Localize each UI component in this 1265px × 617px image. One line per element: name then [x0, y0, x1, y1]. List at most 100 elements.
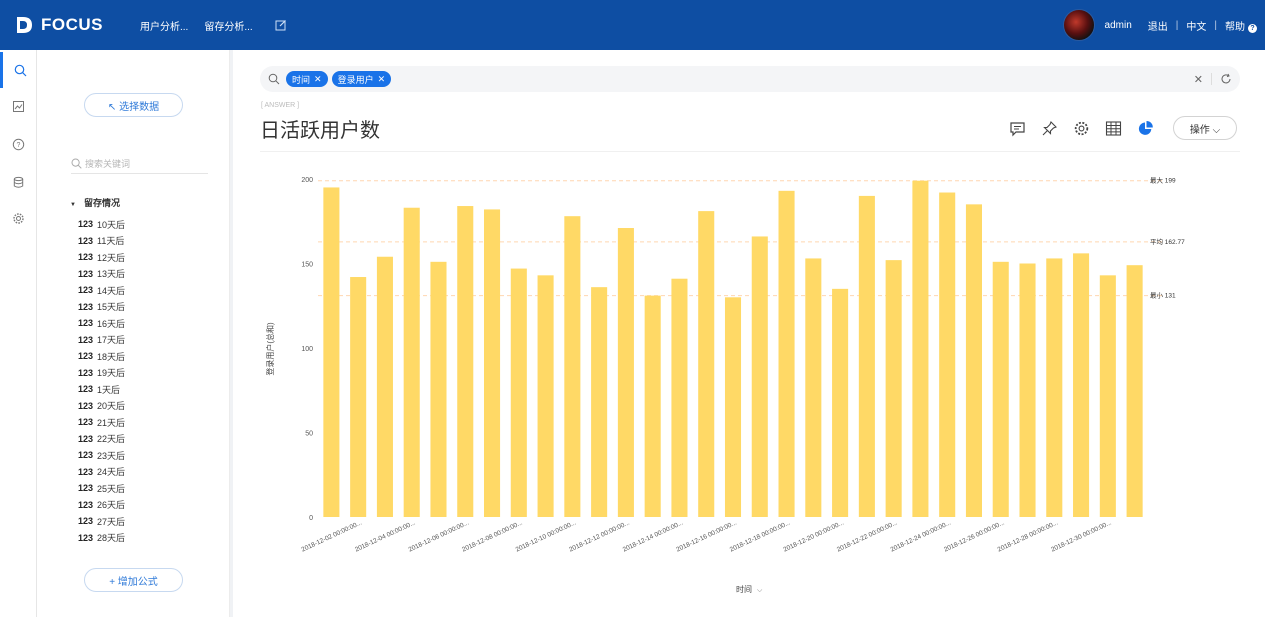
field-item[interactable]: 123 12天后: [78, 249, 125, 266]
field-item[interactable]: 123 10天后: [78, 216, 125, 233]
top-bar: FOCUS 用户分析... 留存分析... admin 退出 | 中文 | 帮助…: [0, 0, 1265, 50]
field-item[interactable]: 123 27天后: [78, 513, 125, 530]
select-data-button[interactable]: ↖ 选择数据: [84, 93, 183, 117]
keyword-search-input[interactable]: 搜索关键词: [71, 154, 208, 174]
chevron-down-icon: ⌵: [757, 586, 763, 594]
field-label: 10天后: [97, 219, 126, 230]
field-label: 28天后: [97, 533, 126, 544]
bar: [805, 258, 822, 517]
field-item[interactable]: 123 17天后: [78, 332, 125, 349]
bar: [885, 260, 902, 517]
bar: [724, 297, 742, 517]
field-item[interactable]: 123 11天后: [78, 233, 125, 250]
caret-down-icon: ▼: [70, 202, 76, 208]
field-item[interactable]: 123 18天后: [78, 348, 125, 365]
field-item[interactable]: 123 28天后: [78, 530, 125, 547]
field-label: 12天后: [97, 252, 126, 263]
bar: [832, 288, 849, 517]
field-item[interactable]: 123 13天后: [78, 266, 125, 283]
bar: [457, 206, 474, 518]
field-label: 20天后: [97, 401, 126, 412]
field-item[interactable]: 123 26天后: [78, 497, 125, 514]
search-nav[interactable]: [0, 52, 37, 88]
numeric-type-icon: 123: [78, 417, 94, 428]
field-item[interactable]: 123 25天后: [78, 480, 125, 497]
svg-text:?: ?: [17, 142, 21, 149]
field-item[interactable]: 123 19天后: [78, 365, 125, 382]
field-label: 26天后: [97, 500, 126, 511]
add-formula-button[interactable]: + 增加公式: [84, 568, 183, 592]
bar: [1099, 275, 1116, 517]
dashboard-nav[interactable]: [0, 88, 37, 124]
logo[interactable]: FOCUS: [14, 15, 124, 35]
field-item[interactable]: 123 22天后: [78, 431, 125, 448]
y-tick-label: 200: [301, 177, 313, 184]
field-label: 24天后: [97, 467, 126, 478]
bar: [484, 209, 501, 518]
avatar[interactable]: [1062, 9, 1095, 41]
field-label: 25天后: [97, 483, 126, 494]
field-item[interactable]: 123 14天后: [78, 282, 125, 299]
bar: [912, 180, 929, 517]
field-item[interactable]: 123 23天后: [78, 447, 125, 464]
group-title-label: 留存情况: [83, 198, 120, 208]
field-label: 11天后: [97, 236, 125, 247]
username[interactable]: admin: [1105, 20, 1132, 31]
search-icon: [14, 64, 26, 76]
numeric-type-icon: 123: [78, 334, 94, 345]
help-link[interactable]: 帮助?: [1225, 18, 1257, 33]
question-icon: ?: [12, 138, 25, 150]
bar: [1126, 265, 1143, 517]
numeric-type-icon: 123: [78, 516, 94, 527]
search-icon: [71, 158, 82, 169]
field-label: 16天后: [97, 318, 126, 329]
bar: [510, 268, 527, 517]
numeric-type-icon: 123: [78, 450, 94, 461]
y-tick-label: 50: [305, 431, 313, 438]
bar: [564, 216, 581, 517]
logout-link[interactable]: 退出: [1148, 18, 1168, 33]
numeric-type-icon: 123: [78, 235, 94, 246]
data-panel: ↖ 选择数据 搜索关键词 ▼ 留存情况 123 10天后 123 11天后 123 12天后…: [37, 50, 230, 617]
field-item[interactable]: 123 21天后: [78, 414, 125, 431]
data-nav[interactable]: [0, 164, 37, 200]
numeric-type-icon: 123: [78, 268, 94, 279]
bar: [430, 261, 447, 517]
field-item[interactable]: 123 24天后: [78, 464, 125, 481]
field-item[interactable]: 123 20天后: [78, 398, 125, 415]
bar: [965, 204, 982, 517]
help-icon: ?: [1248, 23, 1257, 33]
x-axis-label: 时间: [736, 584, 752, 594]
y-tick-label: 150: [301, 262, 313, 269]
help-label: 帮助: [1225, 21, 1245, 33]
field-item[interactable]: 123 1天后: [78, 381, 125, 398]
numeric-type-icon: 123: [78, 532, 94, 543]
numeric-type-icon: 123: [78, 466, 94, 477]
logo-icon: [17, 17, 32, 33]
field-item[interactable]: 123 15天后: [78, 299, 125, 316]
field-item[interactable]: 123 16天后: [78, 315, 125, 332]
nav-user-analysis[interactable]: 用户分析...: [140, 18, 188, 33]
reference-line-label: 最大 199: [1150, 176, 1176, 185]
bar: [617, 228, 634, 517]
field-label: 21天后: [97, 417, 126, 428]
settings-nav[interactable]: [0, 200, 37, 236]
field-group-retention[interactable]: ▼ 留存情况: [70, 196, 120, 209]
x-tick-label: 2018-12-30 00:00:00...: [1050, 519, 1113, 553]
bar: [537, 275, 554, 517]
bar: [698, 211, 715, 518]
field-label: 19天后: [97, 368, 126, 379]
gear-icon: [13, 212, 24, 224]
edit-icon[interactable]: [275, 19, 287, 31]
dashboard-icon: [13, 100, 24, 112]
help-nav[interactable]: ?: [0, 126, 37, 162]
numeric-type-icon: 123: [78, 252, 94, 263]
numeric-type-icon: 123: [78, 318, 94, 329]
bar: [671, 278, 688, 517]
numeric-type-icon: 123: [78, 367, 94, 378]
language-link[interactable]: 中文: [1186, 18, 1206, 33]
nav-retention-analysis[interactable]: 留存分析...: [204, 18, 252, 33]
field-label: 23天后: [97, 450, 126, 461]
numeric-type-icon: 123: [78, 285, 94, 296]
numeric-type-icon: 123: [78, 499, 94, 510]
